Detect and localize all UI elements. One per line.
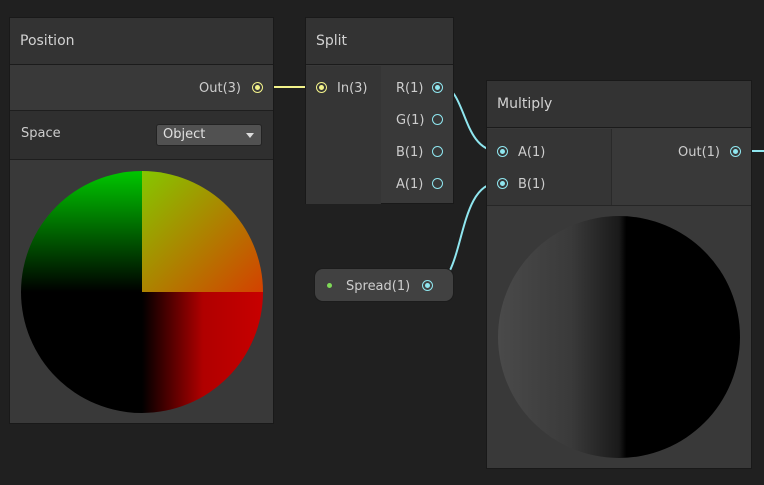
- chevron-down-icon: [246, 133, 254, 138]
- split-output-b-label: B(1): [396, 145, 424, 160]
- position-settings-section: Space Object: [10, 110, 273, 160]
- split-node[interactable]: Split In(3) R(1) G(1) B(1) A(1): [305, 17, 454, 204]
- position-output-label: Out(3): [199, 81, 241, 96]
- split-output-r-port[interactable]: [432, 82, 443, 93]
- split-input-port[interactable]: [316, 82, 327, 93]
- split-output-a-port[interactable]: [432, 178, 443, 189]
- multiply-input-b-port[interactable]: [497, 178, 508, 189]
- split-output-b-port[interactable]: [432, 146, 443, 157]
- split-output-g-label: G(1): [396, 113, 425, 128]
- multiply-preview-divider: [487, 205, 751, 206]
- position-output-row: Out(3): [10, 66, 273, 110]
- multiply-input-b-label: B(1): [518, 177, 546, 192]
- multiply-output-port[interactable]: [730, 146, 741, 157]
- multiply-node[interactable]: Multiply A(1) B(1) Out(1): [486, 80, 752, 469]
- split-output-r-label: R(1): [396, 81, 424, 96]
- multiply-preview: [498, 216, 740, 458]
- position-node[interactable]: Position Out(3) Space Object: [9, 17, 274, 424]
- space-label: Space: [21, 126, 61, 141]
- multiply-node-title[interactable]: Multiply: [487, 81, 751, 128]
- split-input-label: In(3): [337, 81, 368, 96]
- spread-property-label: Spread(1): [346, 279, 411, 294]
- multiply-inputs-panel: [487, 129, 612, 205]
- split-output-g-port[interactable]: [432, 114, 443, 125]
- position-output-port[interactable]: [252, 82, 263, 93]
- space-dropdown-value: Object: [163, 127, 206, 142]
- position-node-title[interactable]: Position: [10, 18, 273, 65]
- split-node-title[interactable]: Split: [306, 18, 453, 65]
- multiply-input-a-label: A(1): [518, 145, 546, 160]
- spread-property-node[interactable]: Spread(1): [314, 268, 454, 302]
- space-dropdown[interactable]: Object: [156, 124, 262, 146]
- spread-output-port[interactable]: [422, 280, 433, 291]
- position-preview: [21, 171, 263, 413]
- multiply-output-label: Out(1): [678, 145, 720, 160]
- multiply-input-a-port[interactable]: [497, 146, 508, 157]
- split-output-a-label: A(1): [396, 177, 424, 192]
- property-indicator-dot: [327, 283, 332, 288]
